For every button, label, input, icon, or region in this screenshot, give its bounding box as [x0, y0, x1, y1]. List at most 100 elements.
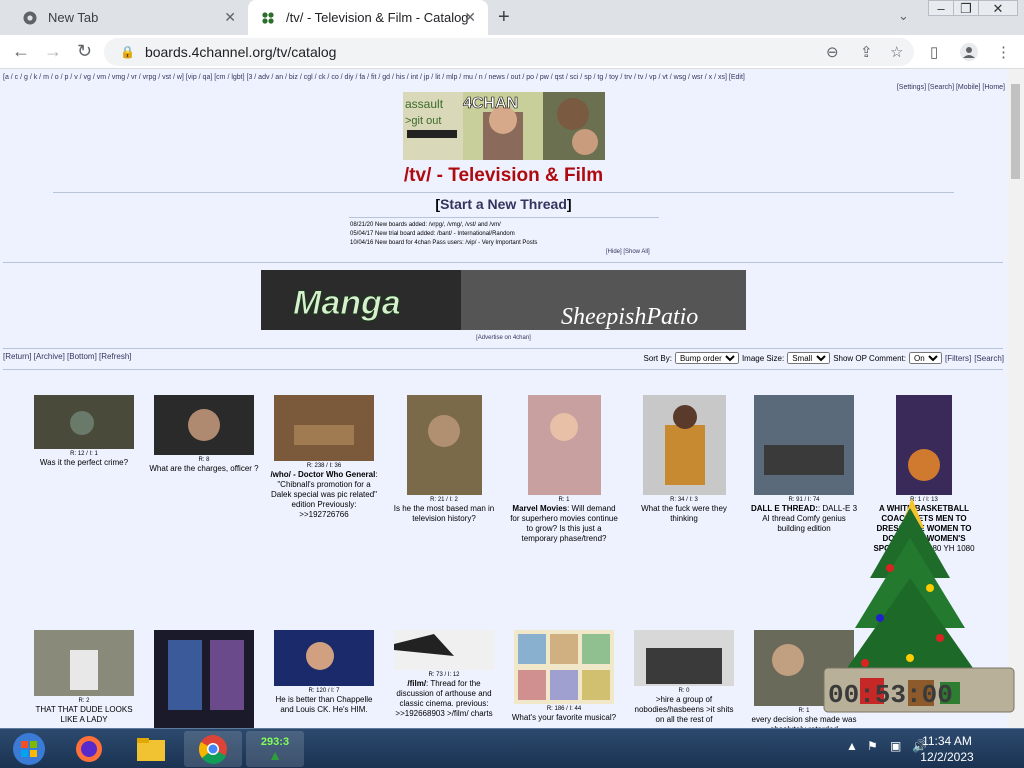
thread-thumbnail[interactable] — [274, 630, 374, 686]
divider — [349, 217, 659, 218]
scrollbar-thumb[interactable] — [1011, 84, 1020, 179]
thread-thumbnail[interactable] — [274, 395, 374, 461]
tab-catalog[interactable]: /tv/ - Television & Film - Catalog ✕ — [248, 0, 488, 35]
news-item: 10/04/16 New board for 4chan Pass users:… — [350, 240, 538, 246]
catalog-thread[interactable]: R: 0 >hire a group of nobodies/hasbeens … — [629, 630, 739, 725]
banner-logo-text: 4CHAN — [463, 95, 518, 112]
menu-kebab-icon[interactable]: ⋮ — [996, 43, 1011, 61]
tree-app-button[interactable]: 293:3 ▲ — [246, 731, 304, 767]
tab-title: New Tab — [48, 10, 99, 25]
news-list: 08/21/20 New boards added: /vrpg/, /vmg/… — [350, 221, 537, 248]
thread-stats: R: 0 — [678, 688, 690, 694]
minimize-icon[interactable]: – — [928, 0, 954, 16]
network-icon[interactable]: ▣ — [890, 739, 901, 753]
profile-avatar-icon[interactable] — [960, 43, 978, 65]
counter-digits: 00:53:00 — [828, 680, 953, 710]
catalog-thread[interactable]: R: 1 Marvel Movies: Will demand for supe… — [509, 395, 619, 544]
ad-text-right: SheepishPatio — [561, 304, 698, 330]
new-tab-icon[interactable]: + — [498, 6, 510, 29]
thread-thumbnail[interactable] — [154, 395, 254, 455]
reload-icon[interactable]: ↻ — [77, 41, 92, 62]
bookmark-star-icon[interactable]: ☆ — [890, 43, 903, 61]
board-nav-links[interactable]: [a / c / g / k / m / o / p / v / vg / vm… — [3, 74, 745, 81]
catalog-controls: Sort By: Bump order Image Size: Small Sh… — [643, 352, 1004, 364]
file-explorer-icon[interactable] — [122, 731, 180, 767]
divider — [3, 262, 1003, 263]
thread-thumbnail[interactable] — [154, 630, 254, 728]
tree-icon: ▲ — [268, 747, 282, 763]
catalog-thread[interactable]: R: 238 / I: 36 /who/ - Doctor Who Genera… — [269, 395, 379, 520]
thread-thumbnail[interactable] — [527, 395, 601, 495]
zoom-icon[interactable]: ⊖ — [826, 43, 839, 61]
thread-thumbnail[interactable] — [34, 630, 134, 696]
filters-link[interactable]: [Filters] — [945, 354, 971, 363]
start-new-thread[interactable]: [Start a New Thread] — [0, 196, 1007, 212]
taskbar: 293:3 ▲ ▲ ⚑ ▣ 🔊 11:34 AM 12/2/2023 — [0, 728, 1024, 768]
network-alert-icon[interactable]: ⚑ — [867, 739, 878, 753]
thread-teaser: /film/: Thread for the discussion of art… — [389, 679, 499, 719]
forward-icon[interactable]: → — [44, 41, 62, 62]
image-size-select[interactable]: Small — [787, 352, 831, 364]
share-icon[interactable]: ⇪ — [860, 43, 873, 61]
search-link[interactable]: [Search] — [974, 354, 1004, 363]
thread-thumbnail[interactable] — [406, 395, 482, 495]
start-new-thread-link[interactable]: Start a New Thread — [440, 196, 567, 212]
thread-teaser: What's your favorite musical? — [511, 713, 617, 722]
thread-teaser: Marvel Movies: Will demand for superhero… — [509, 504, 619, 544]
close-icon[interactable]: ✕ — [464, 9, 476, 26]
address-bar[interactable]: 🔒 boards.4channel.org/tv/catalog — [104, 38, 914, 66]
news-item: 05/04/17 New trial board added: /bant/ -… — [350, 231, 515, 237]
tab-new-tab[interactable]: New Tab ✕ — [8, 0, 248, 35]
catalog-thread[interactable]: R: 120 / I: 7 He is better than Chappell… — [269, 630, 379, 715]
advertisement-banner[interactable]: Manga SheepishPatio — [261, 270, 746, 330]
sort-select[interactable]: Bump order — [674, 352, 739, 364]
sort-label: Sort By: — [643, 353, 672, 363]
chevron-down-icon[interactable]: ⌄ — [898, 8, 909, 24]
chrome-taskbar-icon[interactable] — [184, 731, 242, 767]
settings-links[interactable]: [Settings] [Search] [Mobile] [Home] — [897, 83, 1005, 92]
window-close-icon[interactable]: ✕ — [978, 0, 1018, 16]
close-icon[interactable]: ✕ — [224, 9, 236, 26]
side-panel-icon[interactable]: ▯ — [930, 43, 938, 61]
thread-stats: R: 8 — [198, 457, 210, 463]
catalog-thread[interactable]: R: 21 / I: 2 Is he the most based man in… — [389, 395, 499, 524]
thread-teaser: >hire a group of nobodies/hasbeens >it s… — [634, 695, 734, 724]
catalog-thread[interactable] — [149, 630, 259, 728]
op-comment-label: Show OP Comment: — [833, 353, 906, 363]
thread-stats: R: 186 / I: 44 — [546, 706, 582, 712]
thread-subject: DALL E THREAD: — [750, 504, 818, 513]
catalog-thread[interactable]: R: 34 / I: 3 What the fuck were they thi… — [629, 395, 739, 524]
show-hidden-icons[interactable]: ▲ — [846, 739, 858, 753]
svg-text:>git out: >git out — [405, 115, 441, 127]
thread-teaser: Is he the most based man in television h… — [393, 504, 495, 523]
catalog-nav-links[interactable]: [Return] [Archive] [Bottom] [Refresh] — [3, 352, 132, 361]
advertise-link[interactable]: [Advertise on 4chan] — [0, 335, 1007, 341]
thread-teaser: /who/ - Doctor Who General: "Chibnall's … — [269, 470, 379, 520]
url-text[interactable]: boards.4channel.org/tv/catalog — [145, 44, 336, 60]
op-comment-select[interactable]: On — [908, 352, 942, 364]
thread-thumbnail[interactable] — [394, 630, 494, 670]
thread-thumbnail[interactable] — [642, 395, 726, 495]
catalog-thread[interactable]: R: 12 / I: 1 Was it the perfect crime? — [29, 395, 139, 468]
maximize-icon[interactable]: ❐ — [953, 0, 979, 16]
thread-subject: /film/ — [407, 679, 427, 688]
thread-stats: R: 73 / I: 12 — [428, 672, 460, 678]
catalog-thread[interactable]: R: 186 / I: 44 What's your favorite musi… — [509, 630, 619, 723]
catalog-thread[interactable]: R: 2 THAT THAT DUDE LOOKS LIKE A LADY — [29, 630, 139, 725]
firefox-icon[interactable] — [60, 731, 118, 767]
board-banner: assault >git out 4CHAN — [403, 92, 605, 160]
tab-strip: New Tab ✕ /tv/ - Television & Film - Cat… — [0, 0, 1024, 35]
news-controls[interactable]: [Hide] [Show All] — [606, 249, 650, 255]
thread-thumbnail[interactable] — [514, 630, 614, 704]
catalog-thread[interactable]: R: 73 / I: 12 /film/: Thread for the dis… — [389, 630, 499, 719]
4chan-clover-icon — [260, 10, 276, 26]
back-icon[interactable]: ← — [12, 41, 30, 62]
catalog-thread[interactable]: R: 8 What are the charges, officer ? — [149, 395, 259, 474]
start-button[interactable] — [0, 731, 58, 767]
chrome-icon — [22, 10, 38, 26]
system-clock[interactable]: 11:34 AM 12/2/2023 — [912, 733, 982, 765]
thread-thumbnail[interactable] — [34, 395, 134, 449]
thread-stats: R: 12 / I: 1 — [70, 451, 98, 457]
thread-thumbnail[interactable] — [634, 630, 734, 686]
divider — [53, 192, 954, 193]
